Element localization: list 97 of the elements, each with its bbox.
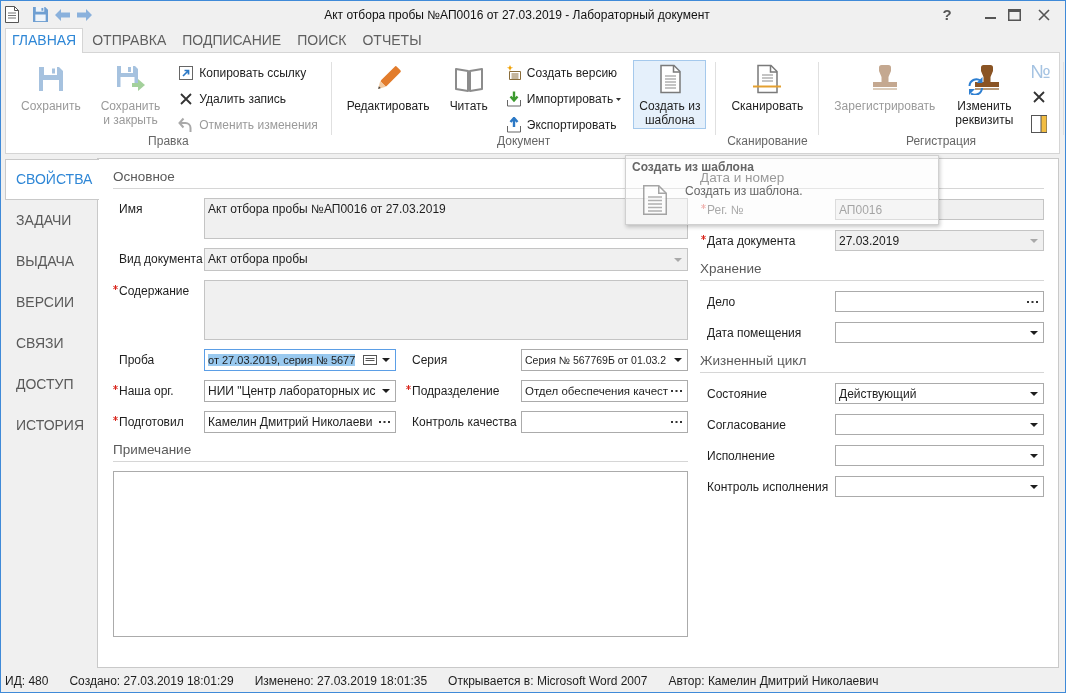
dropdown-arrow-icon[interactable] xyxy=(1030,453,1038,458)
field-label: Имя xyxy=(119,202,143,216)
nav-tab[interactable]: ИСТОРИЯ xyxy=(5,405,99,446)
status-text: Автор: Камелин Дмитрий Николаевич xyxy=(668,674,879,688)
nav-tab[interactable]: СВЯЗИ xyxy=(5,323,99,364)
undo-icon xyxy=(178,117,195,133)
field-label: Состояние xyxy=(707,387,767,401)
edit-button[interactable]: Редактировать xyxy=(340,60,436,115)
field-label: Рег. № xyxy=(707,203,744,217)
export-button[interactable]: Экспортировать xyxy=(501,113,626,137)
dropdown-field[interactable] xyxy=(835,322,1044,343)
ellipsis-icon[interactable] xyxy=(1027,300,1038,303)
link-icon xyxy=(178,65,195,81)
status-text: Изменено: 27.03.2019 18:01:35 xyxy=(254,674,428,688)
document-icon xyxy=(643,185,667,215)
section-heading: Примечание xyxy=(113,442,192,458)
dropdown-arrow-icon[interactable] xyxy=(1030,422,1038,427)
cross-icon xyxy=(178,91,195,107)
field-label: Исполнение xyxy=(707,449,775,463)
card-icon[interactable] xyxy=(363,355,377,365)
memo-field[interactable]: Акт отбора пробы №АП0016 от 27.03.2019 xyxy=(204,198,688,239)
close-icon[interactable] xyxy=(1038,8,1050,21)
ribbon-tab[interactable]: ПОИСК xyxy=(290,28,354,53)
nav-tab[interactable]: ДОСТУП xyxy=(5,364,99,405)
dropdown-arrow-icon[interactable] xyxy=(674,358,682,362)
notes-field[interactable] xyxy=(113,471,688,637)
field-label: Дело xyxy=(707,295,736,309)
nav-tab[interactable]: СВОЙСТВА xyxy=(5,159,99,200)
field-label: Серия xyxy=(412,353,448,367)
maximize-icon[interactable] xyxy=(1007,8,1021,21)
new-version-icon xyxy=(505,65,522,81)
scan-button[interactable]: Сканировать xyxy=(725,60,810,115)
dropdown-arrow-icon[interactable] xyxy=(1030,484,1038,489)
lookup-field[interactable]: Камелин Дмитрий Николаеви xyxy=(204,411,396,433)
tooltip-text: Создать из шаблона. xyxy=(685,184,803,198)
import-icon xyxy=(505,91,522,107)
window-title: Акт отбора пробы №АП0016 от 27.03.2019 - Лабораторный документ xyxy=(324,7,710,22)
dropdown-field[interactable]: НИИ "Центр лабораторных ис xyxy=(204,380,396,402)
group-label: Регистрация xyxy=(905,134,977,148)
dropdown-arrow-icon[interactable] xyxy=(382,389,390,393)
section-heading: Хранение xyxy=(700,261,762,277)
dropdown-field[interactable]: 27.03.2019 xyxy=(835,230,1044,251)
field-label: Согласование xyxy=(707,418,786,432)
status-text: Открывается в: Microsoft Word 2007 xyxy=(448,674,648,688)
field-label: Подготовил xyxy=(119,415,184,429)
group-label: Документ xyxy=(496,134,551,148)
section-heading: Основное xyxy=(113,169,175,185)
dropdown-field[interactable]: Серия № 567769Б от 01.03.2 xyxy=(521,349,688,371)
dropdown-field[interactable]: от 27.03.2019, серия № 5677 xyxy=(204,349,396,371)
field-label: Контроль исполнения xyxy=(707,480,829,494)
scanned-page-icon xyxy=(751,63,784,95)
group-label: Сканирование xyxy=(727,134,808,148)
dropdown-arrow-icon[interactable] xyxy=(1030,391,1038,396)
field-label: Дата документа xyxy=(707,234,796,248)
panel-icon[interactable] xyxy=(1030,114,1049,134)
field-label: Подразделение xyxy=(412,384,500,398)
caret-icon xyxy=(616,97,622,101)
stamp-arrows-icon xyxy=(967,63,1002,95)
minimize-icon[interactable] xyxy=(984,16,996,19)
memo-field[interactable] xyxy=(204,280,688,340)
template-button[interactable]: Создать из шаблона xyxy=(633,60,707,129)
field-label: Содержание xyxy=(119,284,190,298)
dropdown-field[interactable] xyxy=(835,414,1044,435)
status-text: ИД: 480 xyxy=(5,674,49,688)
dropdown-field[interactable] xyxy=(835,445,1044,466)
nav-tab[interactable]: ЗАДАЧИ xyxy=(5,200,99,241)
status-text: Создано: 27.03.2019 18:01:29 xyxy=(69,674,234,688)
copy-link-button[interactable]: Копировать ссылку xyxy=(174,61,322,85)
lookup-field[interactable] xyxy=(521,411,688,433)
field-label: Дата помещения xyxy=(707,326,802,340)
section-heading: Жизненный цикл xyxy=(700,353,807,369)
dropdown-field[interactable] xyxy=(835,476,1044,497)
ribbon-tab[interactable]: ГЛАВНАЯ xyxy=(5,28,84,53)
field-label: Наша орг. xyxy=(119,384,174,398)
dropdown-arrow-icon[interactable] xyxy=(382,358,390,362)
new-version-button[interactable]: Создать версию xyxy=(501,61,626,85)
dropdown-field[interactable]: Действующий xyxy=(835,383,1044,404)
field-label: Проба xyxy=(119,353,155,367)
delete-button[interactable]: Удалить запись xyxy=(174,87,322,111)
group-label: Правка xyxy=(148,134,189,148)
nav-tab[interactable]: ВЫДАЧА xyxy=(5,241,99,282)
document-icon xyxy=(5,6,19,23)
read-button[interactable]: Читать xyxy=(443,60,494,115)
lookup-field[interactable]: Отдел обеспечения качест xyxy=(521,380,688,402)
nav-tab[interactable]: ВЕРСИИ xyxy=(5,282,99,323)
dropdown-field[interactable]: Акт отбора пробы xyxy=(204,248,688,271)
field-label: Вид документа xyxy=(119,252,203,266)
lookup-field[interactable] xyxy=(835,291,1044,312)
field-label: Контроль качества xyxy=(412,415,517,429)
ribbon-tab[interactable]: ОТЧЕТЫ xyxy=(355,28,429,53)
ribbon-tab[interactable]: ОТПРАВКА xyxy=(85,28,174,53)
ribbon-tab[interactable]: ПОДПИСАНИЕ xyxy=(175,28,289,53)
help-button[interactable]: ? xyxy=(937,4,957,25)
import-button[interactable]: Импортировать xyxy=(501,87,626,111)
export-icon xyxy=(505,117,522,133)
dropdown-arrow-icon[interactable] xyxy=(1030,330,1038,335)
change-details-button[interactable]: Изменить реквизиты xyxy=(949,60,1020,129)
